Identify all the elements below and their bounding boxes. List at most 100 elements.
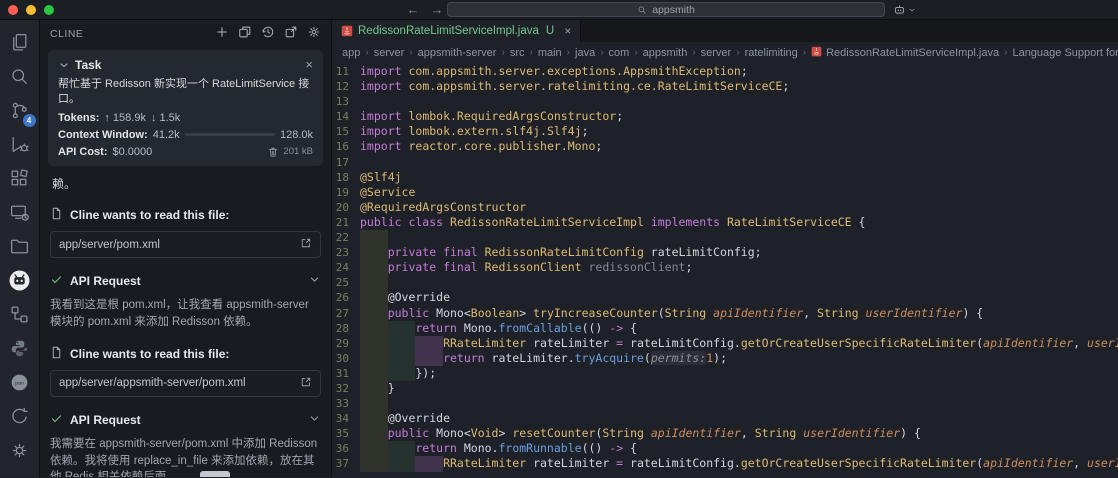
tab-close-icon[interactable]: × (564, 24, 571, 38)
code-editor[interactable]: 11 import com.appsmith.server.exceptions.… (332, 63, 1118, 477)
nav-forward-button[interactable]: → (428, 0, 446, 20)
minimize-window-button[interactable] (26, 5, 36, 15)
scm-badge: 4 (22, 114, 36, 127)
breadcrumb-item[interactable]: server (701, 47, 732, 59)
activity-item-python[interactable] (0, 334, 40, 368)
search-icon (638, 6, 646, 14)
breadcrumb-item[interactable]: src (510, 47, 525, 59)
breadcrumb-item[interactable]: main (538, 47, 562, 59)
activity-item-explorer[interactable] (0, 28, 40, 62)
scroll-indicator[interactable] (200, 471, 230, 477)
maximize-window-button[interactable] (44, 5, 54, 15)
tab-filename: RedissonRateLimitServiceImpl.java (358, 25, 539, 37)
activity-item-gear-tool[interactable] (0, 436, 40, 470)
breadcrumb-text: server (373, 46, 405, 59)
context-used: 41.2k (152, 128, 180, 141)
breadcrumb-item[interactable]: appsmith-server (418, 47, 497, 59)
extensions-icon (9, 168, 30, 194)
indent-guide (387, 456, 416, 472)
breadcrumb-separator: › (409, 47, 413, 58)
line-number: 11 (335, 65, 349, 78)
breadcrumb-separator: › (802, 47, 807, 58)
open-in-editor-button[interactable] (284, 25, 298, 44)
settings-button[interactable] (307, 25, 321, 44)
code-line: 31}); (332, 365, 1118, 381)
activity-item-symbols[interactable] (0, 300, 40, 334)
indent-guide (360, 230, 388, 246)
trash-icon[interactable] (267, 146, 279, 158)
code-line: 36 return Mono.fromRunnable(() -> { (332, 441, 1118, 457)
file-chip[interactable]: app/server/pom.xml (50, 231, 321, 259)
file-chip[interactable]: app/server/appsmith-server/pom.xml (50, 369, 321, 397)
line-number: 13 (335, 95, 349, 109)
check-icon (50, 412, 63, 428)
api-request-row[interactable]: API Request (50, 412, 321, 428)
breadcrumb-separator: › (736, 47, 740, 58)
activity-item-run-debug[interactable] (0, 130, 40, 164)
chevron-down-icon[interactable] (308, 412, 321, 428)
breadcrumb-item[interactable]: java (575, 47, 595, 59)
file-path: app/server/appsmith-server/pom.xml (59, 377, 246, 390)
activity-item-source-control[interactable]: 4 (0, 96, 40, 130)
activity-item-redo-tool[interactable] (0, 402, 40, 436)
robot-icon (894, 5, 905, 14)
export-icon (284, 26, 298, 43)
close-window-button[interactable] (8, 5, 18, 15)
breadcrumb-text: Language Support for Java(TM) by Red Ha (1012, 46, 1118, 59)
line-number: 32 (335, 381, 349, 395)
breadcrumb-item[interactable]: server (374, 47, 405, 59)
breadcrumb-item[interactable]: ratelimiting (745, 47, 798, 59)
history-button[interactable] (261, 25, 275, 44)
file-path: app/server/pom.xml (59, 238, 160, 251)
activity-item-extensions[interactable] (0, 164, 40, 198)
breadcrumb-separator: › (566, 47, 571, 58)
breadcrumb-item[interactable]: Language Support for Java(TM) by Red Ha (1012, 47, 1118, 59)
breadcrumb-item[interactable]: app (342, 47, 360, 59)
external-link-icon[interactable] (300, 237, 312, 252)
code-line: 14 import lombok.RequiredArgsConstructor; (332, 109, 1118, 124)
code-line: 15 import lombok.extern.slf4j.Slf4j; (332, 124, 1118, 139)
code-line: 16 import reactor.core.publisher.Mono; (332, 139, 1118, 154)
activity-item-json-tool[interactable]: json (0, 368, 40, 402)
breadcrumb-item[interactable]: RedissonRateLimitServiceImpl.java (811, 46, 999, 60)
nav-back-button[interactable]: ← (404, 0, 422, 20)
code-line: 34 @Override (332, 411, 1118, 427)
activity-item-search[interactable] (0, 62, 40, 96)
copilot-titlebar-button[interactable] (893, 3, 916, 16)
breadcrumb-separator: › (1004, 47, 1008, 58)
breadcrumb-text: src (509, 46, 525, 59)
history-icon (261, 26, 275, 43)
breadcrumb-separator: › (529, 47, 533, 58)
command-center-search[interactable]: appsmith (447, 2, 885, 17)
python-icon (9, 338, 30, 364)
mcp-servers-button[interactable] (238, 25, 252, 44)
line-number: 27 (335, 306, 349, 320)
api-request-row[interactable]: API Request (50, 273, 321, 289)
search-icon (9, 66, 30, 92)
activity-item-project-folder[interactable] (0, 232, 40, 266)
line-number: 34 (335, 412, 349, 426)
task-close-button[interactable]: × (305, 57, 313, 72)
code-line: 12 import com.appsmith.server.ratelimitin… (332, 79, 1118, 94)
tool-request-label: Cline wants to read this file: (50, 346, 321, 362)
breadcrumb-item[interactable]: com (609, 47, 630, 59)
activity-item-cline[interactable] (0, 266, 40, 300)
new-task-button[interactable] (215, 25, 229, 44)
breadcrumb-item[interactable]: appsmith (643, 47, 688, 59)
external-link-icon[interactable] (300, 376, 312, 391)
indent-guide (415, 335, 444, 351)
indent-guide (360, 350, 388, 366)
cline-icon (9, 270, 30, 296)
activity-item-remote-explorer[interactable] (0, 198, 40, 232)
tokens-down: ↓ 1.5k (150, 111, 181, 124)
task-header-row[interactable]: Task × (58, 57, 313, 72)
assistant-message: 我需要在 appsmith-server/pom.xml 中添加 Redisso… (50, 437, 318, 477)
context-window-row: Context Window: 41.2k 128.0k (58, 129, 313, 141)
line-number: 19 (335, 185, 349, 199)
tab-redisson-java[interactable]: RedissonRateLimitServiceImpl.java U × (332, 20, 582, 42)
breadcrumb-text: ratelimiting (744, 46, 798, 59)
code-line: 20 @RequiredArgsConstructor (332, 200, 1118, 215)
line-number: 20 (335, 200, 349, 214)
chevron-down-icon[interactable] (308, 273, 321, 289)
line-number: 18 (335, 170, 349, 184)
